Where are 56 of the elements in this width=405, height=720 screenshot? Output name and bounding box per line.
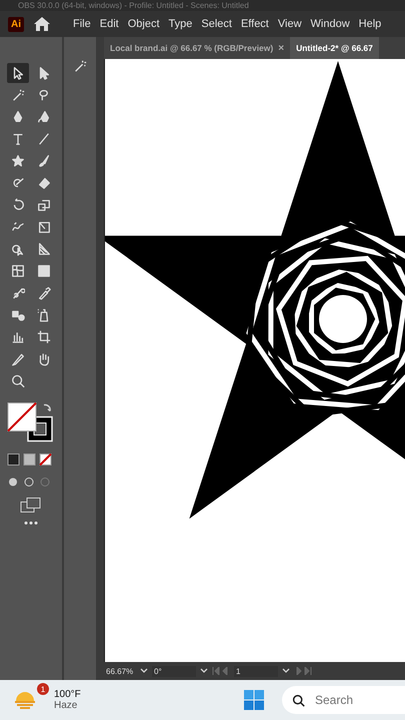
menu-item[interactable]: Effect (240, 18, 269, 30)
menu-item[interactable]: Select (201, 18, 232, 30)
window-title: OBS 30.0.0 (64-bit, windows) - Profile: Untitled - Scenes: Untitled (18, 1, 249, 10)
menu-item[interactable]: Edit (100, 18, 119, 30)
fill-stroke-swatch-icon[interactable] (6, 401, 56, 445)
perspective-grid-icon (37, 242, 51, 256)
artboard-icon (37, 330, 51, 344)
temperature-text: 100°F (54, 689, 81, 700)
hand-icon (37, 352, 51, 366)
tool-button[interactable] (7, 63, 29, 83)
search-icon (292, 694, 305, 706)
lasso-icon (37, 88, 51, 102)
bar-graph-icon (11, 330, 25, 344)
line-icon (37, 132, 51, 146)
windows-start-icon[interactable] (244, 690, 264, 710)
knife-icon (11, 352, 25, 366)
document-tab[interactable]: Untitled-2* @ 66.67 (290, 37, 379, 59)
menu-item[interactable]: View (278, 18, 302, 30)
shape-builder-icon (11, 242, 25, 256)
screen-mode-icon[interactable] (20, 497, 42, 513)
blend-icon (11, 286, 25, 300)
close-tab-button[interactable]: × (278, 42, 284, 54)
search-bar[interactable]: Search (282, 686, 405, 714)
chevron-down-icon[interactable] (140, 668, 148, 674)
type-icon (11, 132, 25, 146)
home-icon[interactable] (33, 16, 51, 32)
search-icon (11, 374, 25, 388)
eyedropper-icon (37, 286, 51, 300)
rotate-icon (11, 198, 25, 212)
app-logo[interactable]: Ai (8, 16, 24, 32)
brush-icon (37, 154, 51, 168)
search-input[interactable]: Search (313, 692, 377, 708)
scale-icon (37, 198, 51, 212)
menu-item[interactable]: Type (168, 18, 192, 30)
wand-icon (11, 88, 25, 102)
live-paint-bucket-icon (37, 308, 51, 322)
artboard-number-field[interactable]: 1 (234, 666, 278, 676)
more-icon[interactable] (24, 521, 38, 525)
chevron-down-icon[interactable] (282, 668, 290, 674)
shaper-icon (11, 176, 25, 190)
star-icon (11, 154, 25, 168)
free-transform-icon (37, 220, 51, 234)
menu-item[interactable]: File (73, 18, 91, 30)
notification-badge: 1 (37, 683, 49, 695)
zoom-level-field[interactable]: 66.67% (106, 666, 136, 676)
document-tab[interactable]: Local brand.ai @ 66.67 % (RGB/Preview) × (104, 37, 290, 59)
arrow-icon (11, 66, 25, 80)
menu-item[interactable]: Window (310, 18, 350, 30)
arrow-icon (37, 66, 51, 80)
menu-item[interactable]: Object (128, 18, 160, 30)
chevron-down-icon[interactable] (200, 668, 208, 674)
mesh-icon (11, 264, 25, 278)
rotation-field[interactable]: 0° (152, 666, 196, 676)
menu-item[interactable]: Help (358, 18, 382, 30)
weather-condition-text: Haze (54, 700, 78, 711)
wand-icon[interactable] (73, 59, 87, 73)
